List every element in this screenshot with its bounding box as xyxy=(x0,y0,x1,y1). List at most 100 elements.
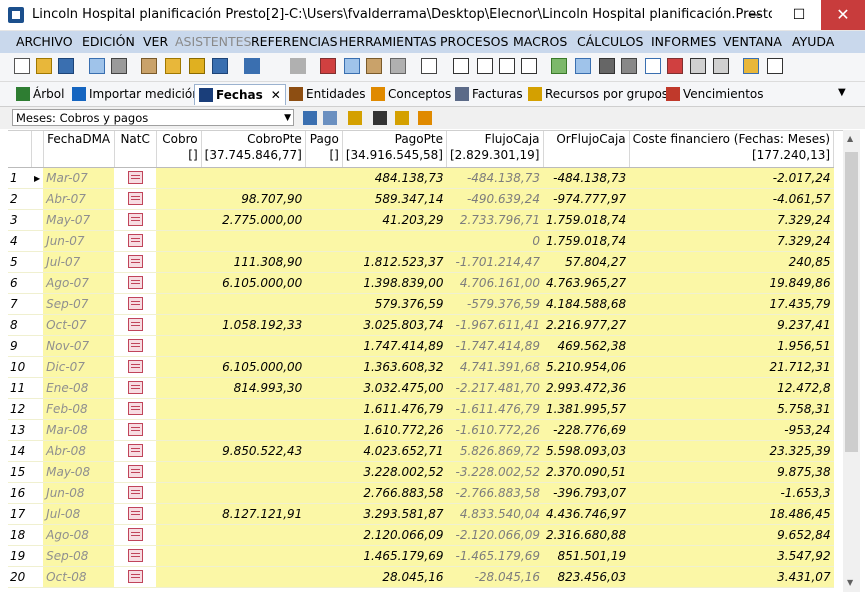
paste2-icon[interactable] xyxy=(366,58,382,74)
cobro-cell[interactable] xyxy=(156,293,202,315)
pago-cell[interactable] xyxy=(305,482,343,504)
pagopte-cell[interactable]: 1.611.476,79 xyxy=(342,398,447,420)
natc-cell[interactable] xyxy=(114,377,157,399)
orflujo-cell[interactable]: 1.759.018,74 xyxy=(543,230,630,252)
cobropte-cell[interactable] xyxy=(201,524,306,546)
cobro-cell[interactable] xyxy=(156,230,202,252)
coste-cell[interactable]: 7.329,24 xyxy=(629,230,834,252)
table-row[interactable]: 18 Ago-08 2.120.066,09 -2.120.066,09 2.316.6… xyxy=(8,524,834,546)
cobro-cell[interactable] xyxy=(156,503,202,525)
fecha-cell[interactable]: Oct-08 xyxy=(43,566,115,588)
row-indicator-header[interactable] xyxy=(31,131,44,168)
table-row[interactable]: 8 Oct-07 1.058.192,33 3.025.803,74 -1.967.61… xyxy=(8,314,834,336)
flujo-cell[interactable]: -1.967.611,41 xyxy=(446,314,543,336)
fecha-cell[interactable]: Mar-07 xyxy=(43,167,115,189)
orflujo-cell[interactable]: 5.598.093,03 xyxy=(543,440,630,462)
pago-cell[interactable] xyxy=(305,251,343,273)
table-row[interactable]: 12 Feb-08 1.611.476,79 -1.611.476,79 1.381.9… xyxy=(8,398,834,420)
undo-icon[interactable] xyxy=(244,58,260,74)
pago-cell[interactable] xyxy=(305,209,343,231)
orflujo-cell[interactable]: 4.436.746,97 xyxy=(543,503,630,525)
orflujo-cell[interactable]: 469.562,38 xyxy=(543,335,630,357)
cobro-cell[interactable] xyxy=(156,188,202,210)
filter-icon[interactable] xyxy=(621,58,637,74)
pago-cell[interactable] xyxy=(305,230,343,252)
fecha-cell[interactable]: May-07 xyxy=(43,209,115,231)
natc-cell[interactable] xyxy=(114,398,157,420)
natc-cell[interactable] xyxy=(114,545,157,567)
orflujo-cell[interactable]: -396.793,07 xyxy=(543,482,630,504)
cobropte-cell[interactable]: 9.850.522,43 xyxy=(201,440,306,462)
coste-cell[interactable]: 19.849,86 xyxy=(629,272,834,294)
cobro-cell[interactable] xyxy=(156,482,202,504)
fecha-cell[interactable]: Sep-07 xyxy=(43,293,115,315)
flujo-cell[interactable]: 2.733.796,71 xyxy=(446,209,543,231)
tab-entidades[interactable]: Entidades xyxy=(289,84,365,104)
close-button[interactable]: ✕ xyxy=(821,0,865,30)
pagopte-cell[interactable]: 1.610.772,26 xyxy=(342,419,447,441)
table-icon[interactable] xyxy=(575,58,591,74)
pagopte-cell[interactable]: 2.766.883,58 xyxy=(342,482,447,504)
fecha-cell[interactable]: Sep-08 xyxy=(43,545,115,567)
column-header-fechadma[interactable]: FechaDMA xyxy=(43,131,115,168)
pagopte-cell[interactable]: 2.120.066,09 xyxy=(342,524,447,546)
table-row[interactable]: 6 Ago-07 6.105.000,00 1.398.839,00 4.706.161… xyxy=(8,272,834,294)
view-icon[interactable] xyxy=(323,111,337,125)
cobro-cell[interactable] xyxy=(156,566,202,588)
stack-icon[interactable] xyxy=(418,111,432,125)
cobro-cell[interactable] xyxy=(156,377,202,399)
next-icon[interactable] xyxy=(499,58,515,74)
orflujo-cell[interactable]: 1.381.995,57 xyxy=(543,398,630,420)
flujo-cell[interactable]: -2.120.066,09 xyxy=(446,524,543,546)
fecha-cell[interactable]: Feb-08 xyxy=(43,398,115,420)
orflujo-cell[interactable]: 4.184.588,68 xyxy=(543,293,630,315)
pagopte-cell[interactable]: 4.023.652,71 xyxy=(342,440,447,462)
coste-cell[interactable]: 3.431,07 xyxy=(629,566,834,588)
cobropte-cell[interactable] xyxy=(201,461,306,483)
pagopte-cell[interactable] xyxy=(342,230,447,252)
worker-icon[interactable] xyxy=(395,111,409,125)
coste-cell[interactable]: 1.956,51 xyxy=(629,335,834,357)
menu-item[interactable]: CÁLCULOS xyxy=(577,34,643,49)
fecha-cell[interactable]: Nov-07 xyxy=(43,335,115,357)
flujo-cell[interactable]: 5.826.869,72 xyxy=(446,440,543,462)
pago-cell[interactable] xyxy=(305,398,343,420)
fecha-cell[interactable]: Jun-07 xyxy=(43,230,115,252)
flujo-cell[interactable]: 4.833.540,04 xyxy=(446,503,543,525)
natc-cell[interactable] xyxy=(114,314,157,336)
fecha-cell[interactable]: May-08 xyxy=(43,461,115,483)
cobropte-cell[interactable] xyxy=(201,566,306,588)
lock-icon[interactable] xyxy=(189,58,205,74)
cobro-cell[interactable] xyxy=(156,251,202,273)
prev-icon[interactable] xyxy=(477,58,493,74)
flujo-cell[interactable]: 0 xyxy=(446,230,543,252)
tab-overflow-icon[interactable]: ▼ xyxy=(838,87,846,98)
table-row[interactable]: 16 Jun-08 2.766.883,58 -2.766.883,58 -396.79… xyxy=(8,482,834,504)
tools-icon[interactable] xyxy=(599,58,615,74)
flujo-cell[interactable]: -2.766.883,58 xyxy=(446,482,543,504)
cobro-cell[interactable] xyxy=(156,398,202,420)
cobropte-cell[interactable]: 814.993,30 xyxy=(201,377,306,399)
table-row[interactable]: 14 Abr-08 9.850.522,43 4.023.652,71 5.826.86… xyxy=(8,440,834,462)
copy2-icon[interactable] xyxy=(344,58,360,74)
table-row[interactable]: 13 Mar-08 1.610.772,26 -1.610.772,26 -228.77… xyxy=(8,419,834,441)
table-row[interactable]: 4 Jun-07 0 1.759.018,74 7.329,24 xyxy=(8,230,834,252)
coins-icon[interactable] xyxy=(348,111,362,125)
natc-cell[interactable] xyxy=(114,503,157,525)
pago-cell[interactable] xyxy=(305,377,343,399)
flujo-cell[interactable]: -1.747.414,89 xyxy=(446,335,543,357)
orflujo-cell[interactable]: 4.763.965,27 xyxy=(543,272,630,294)
fecha-cell[interactable]: Ago-08 xyxy=(43,524,115,546)
menu-item[interactable]: VER xyxy=(143,34,168,49)
tab-importar-medición[interactable]: Importar medición xyxy=(72,84,200,104)
flujo-cell[interactable]: -1.465.179,69 xyxy=(446,545,543,567)
refresh-icon[interactable] xyxy=(551,58,567,74)
pagopte-cell[interactable]: 41.203,29 xyxy=(342,209,447,231)
table-row[interactable]: 17 Jul-08 8.127.121,91 3.293.581,87 4.833.54… xyxy=(8,503,834,525)
cobropte-cell[interactable] xyxy=(201,398,306,420)
cobropte-cell[interactable] xyxy=(201,545,306,567)
orflujo-cell[interactable]: 1.759.018,74 xyxy=(543,209,630,231)
coste-cell[interactable]: 23.325,39 xyxy=(629,440,834,462)
pagopte-cell[interactable]: 1.812.523,37 xyxy=(342,251,447,273)
paste-icon[interactable] xyxy=(141,58,157,74)
